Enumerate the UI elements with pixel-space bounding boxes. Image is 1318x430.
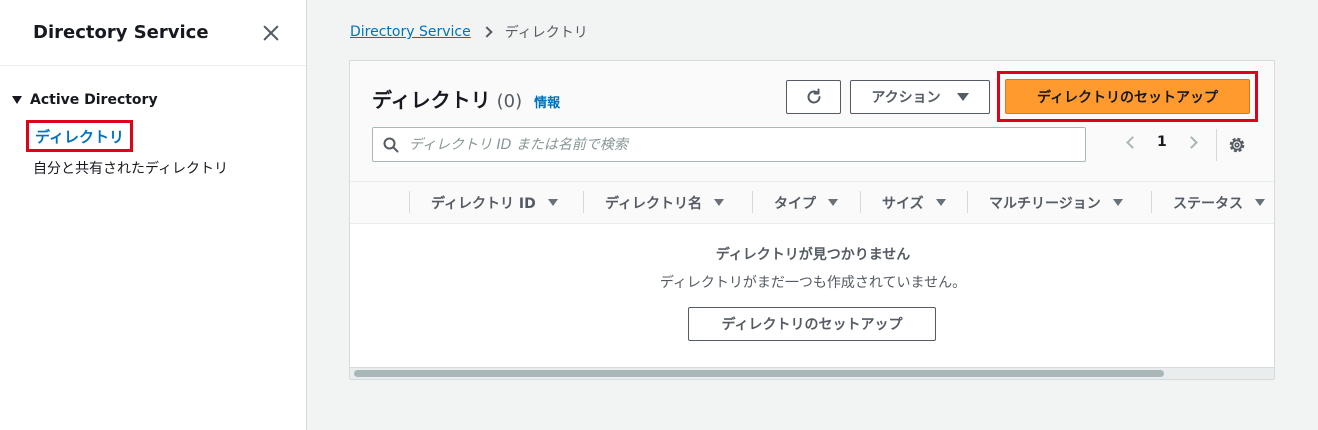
search-field bbox=[372, 127, 1086, 162]
chevron-right-icon[interactable] bbox=[1184, 135, 1198, 149]
close-icon[interactable] bbox=[260, 22, 282, 44]
sort-icon bbox=[828, 199, 838, 206]
breadcrumb: Directory Service ディレクトリ bbox=[350, 22, 588, 42]
sidebar-item-label: 自分と共有されたディレクトリ bbox=[33, 161, 229, 177]
column-header-directory-id[interactable]: ディレクトリ ID bbox=[409, 182, 558, 223]
column-header-type[interactable]: タイプ bbox=[752, 182, 838, 223]
sidebar-header: Directory Service bbox=[0, 0, 306, 66]
caret-down-icon bbox=[12, 96, 22, 104]
pagination: 1 bbox=[1126, 134, 1198, 150]
sidebar-item-shared-directories[interactable]: 自分と共有されたディレクトリ bbox=[33, 158, 228, 178]
column-label: ステータス bbox=[1173, 195, 1243, 212]
section-active-directory[interactable]: Active Directory bbox=[12, 92, 158, 108]
refresh-button[interactable] bbox=[786, 80, 841, 114]
actions-label: アクション bbox=[871, 90, 941, 106]
setup-label: ディレクトリのセットアップ bbox=[1036, 89, 1219, 106]
column-header-status[interactable]: ステータス bbox=[1151, 182, 1265, 223]
column-label: ディレクトリ ID bbox=[431, 195, 536, 212]
column-header-directory-name[interactable]: ディレクトリ名 bbox=[583, 182, 725, 223]
sort-icon bbox=[547, 199, 558, 206]
info-link[interactable]: 情報 bbox=[534, 92, 560, 111]
item-count: (0) bbox=[496, 91, 523, 112]
sort-icon bbox=[1112, 199, 1123, 206]
directories-table-container: ディレクトリ (0) 情報 アクション ディレクトリのセットアップ 1 bbox=[349, 60, 1275, 380]
setup-directory-button[interactable]: ディレクトリのセットアップ bbox=[1005, 79, 1250, 114]
sort-icon bbox=[935, 199, 946, 206]
panel-title: ディレクトリ (0) 情報 bbox=[372, 84, 560, 113]
table-header: ディレクトリ ID ディレクトリ名 タイプ サイズ マルチリージョン ステータス bbox=[350, 181, 1274, 224]
column-label: マルチリージョン bbox=[989, 195, 1101, 212]
chevron-right-icon bbox=[481, 26, 493, 38]
side-navigation: Directory Service Active Directory ディレクト… bbox=[0, 0, 307, 430]
refresh-icon bbox=[807, 88, 820, 104]
caret-down-icon bbox=[956, 93, 969, 101]
actions-dropdown[interactable]: アクション bbox=[850, 80, 990, 114]
section-label: Active Directory bbox=[30, 92, 158, 108]
horizontal-scrollbar[interactable] bbox=[350, 367, 1274, 379]
column-header-size[interactable]: サイズ bbox=[860, 182, 946, 223]
search-icon bbox=[383, 137, 399, 152]
gear-icon[interactable] bbox=[1227, 135, 1247, 155]
empty-state-title: ディレクトリが見つかりません bbox=[715, 247, 911, 263]
breadcrumb-root-link[interactable]: Directory Service bbox=[350, 24, 471, 40]
chevron-left-icon[interactable] bbox=[1126, 135, 1139, 149]
sidebar-item-directories[interactable]: ディレクトリ bbox=[26, 120, 133, 152]
column-header-multi-region[interactable]: マルチリージョン bbox=[967, 182, 1123, 223]
sidebar-title[interactable]: Directory Service bbox=[33, 22, 209, 43]
sidebar-item-label: ディレクトリ bbox=[35, 127, 124, 146]
search-input[interactable] bbox=[409, 136, 1049, 153]
sort-icon bbox=[1255, 199, 1265, 206]
column-label: タイプ bbox=[774, 195, 816, 212]
empty-setup-label: ディレクトリのセットアップ bbox=[721, 317, 903, 333]
divider bbox=[1216, 129, 1217, 161]
column-label: ディレクトリ名 bbox=[605, 195, 703, 212]
highlight-box: ディレクトリのセットアップ bbox=[997, 71, 1258, 122]
sort-icon bbox=[714, 199, 725, 206]
page-title: ディレクトリ bbox=[372, 88, 491, 112]
page-number[interactable]: 1 bbox=[1157, 134, 1167, 150]
column-label: サイズ bbox=[882, 195, 924, 212]
empty-setup-directory-button[interactable]: ディレクトリのセットアップ bbox=[688, 307, 936, 341]
empty-state-description: ディレクトリがまだ一つも作成されていません。 bbox=[659, 275, 967, 291]
scrollbar-thumb[interactable] bbox=[354, 370, 1164, 377]
breadcrumb-current: ディレクトリ bbox=[504, 25, 588, 41]
